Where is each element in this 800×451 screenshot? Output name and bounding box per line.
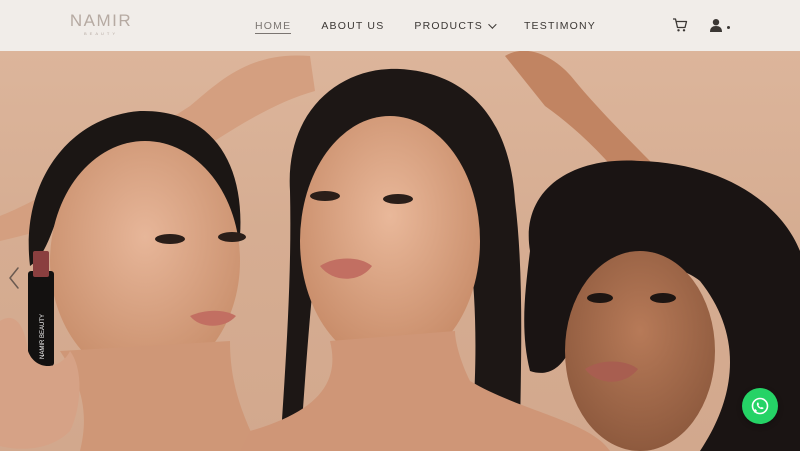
whatsapp-icon (751, 397, 769, 415)
user-caret-icon (727, 25, 730, 29)
carousel-prev-arrow[interactable] (7, 266, 21, 290)
lipstick-label: NAMIR BEAUTY (40, 314, 46, 359)
main-nav: HOME ABOUT US PRODUCTS TESTIMONY (255, 0, 626, 51)
hero-banner: NAMIR BEAUTY (0, 51, 800, 451)
whatsapp-button[interactable] (742, 388, 778, 424)
nav-home[interactable]: HOME (255, 0, 292, 51)
nav-products[interactable]: PRODUCTS (414, 0, 497, 51)
nav-home-label: HOME (255, 19, 292, 32)
cart-icon[interactable] (672, 17, 688, 33)
user-icon (710, 19, 722, 32)
site-header: NAMIR BEAUTY HOME ABOUT US PRODUCTS TEST… (0, 0, 800, 51)
right-model-face (565, 251, 715, 451)
nav-about-us[interactable]: ABOUT US (321, 0, 384, 51)
nav-about-us-label: ABOUT US (321, 19, 385, 32)
nav-products-label: PRODUCTS (414, 19, 483, 32)
chevron-down-icon (488, 19, 497, 29)
hero-image: NAMIR BEAUTY (0, 51, 800, 451)
nav-testimony-label: TESTIMONY (523, 19, 596, 32)
nav-testimony[interactable]: TESTIMONY (524, 0, 596, 51)
middle-model-face (300, 116, 480, 366)
brand-name: NAMIR (69, 11, 133, 30)
user-menu[interactable] (709, 17, 733, 33)
brand-subtitle: BEAUTY (83, 31, 118, 36)
brand-logo[interactable]: NAMIR BEAUTY (68, 11, 134, 37)
